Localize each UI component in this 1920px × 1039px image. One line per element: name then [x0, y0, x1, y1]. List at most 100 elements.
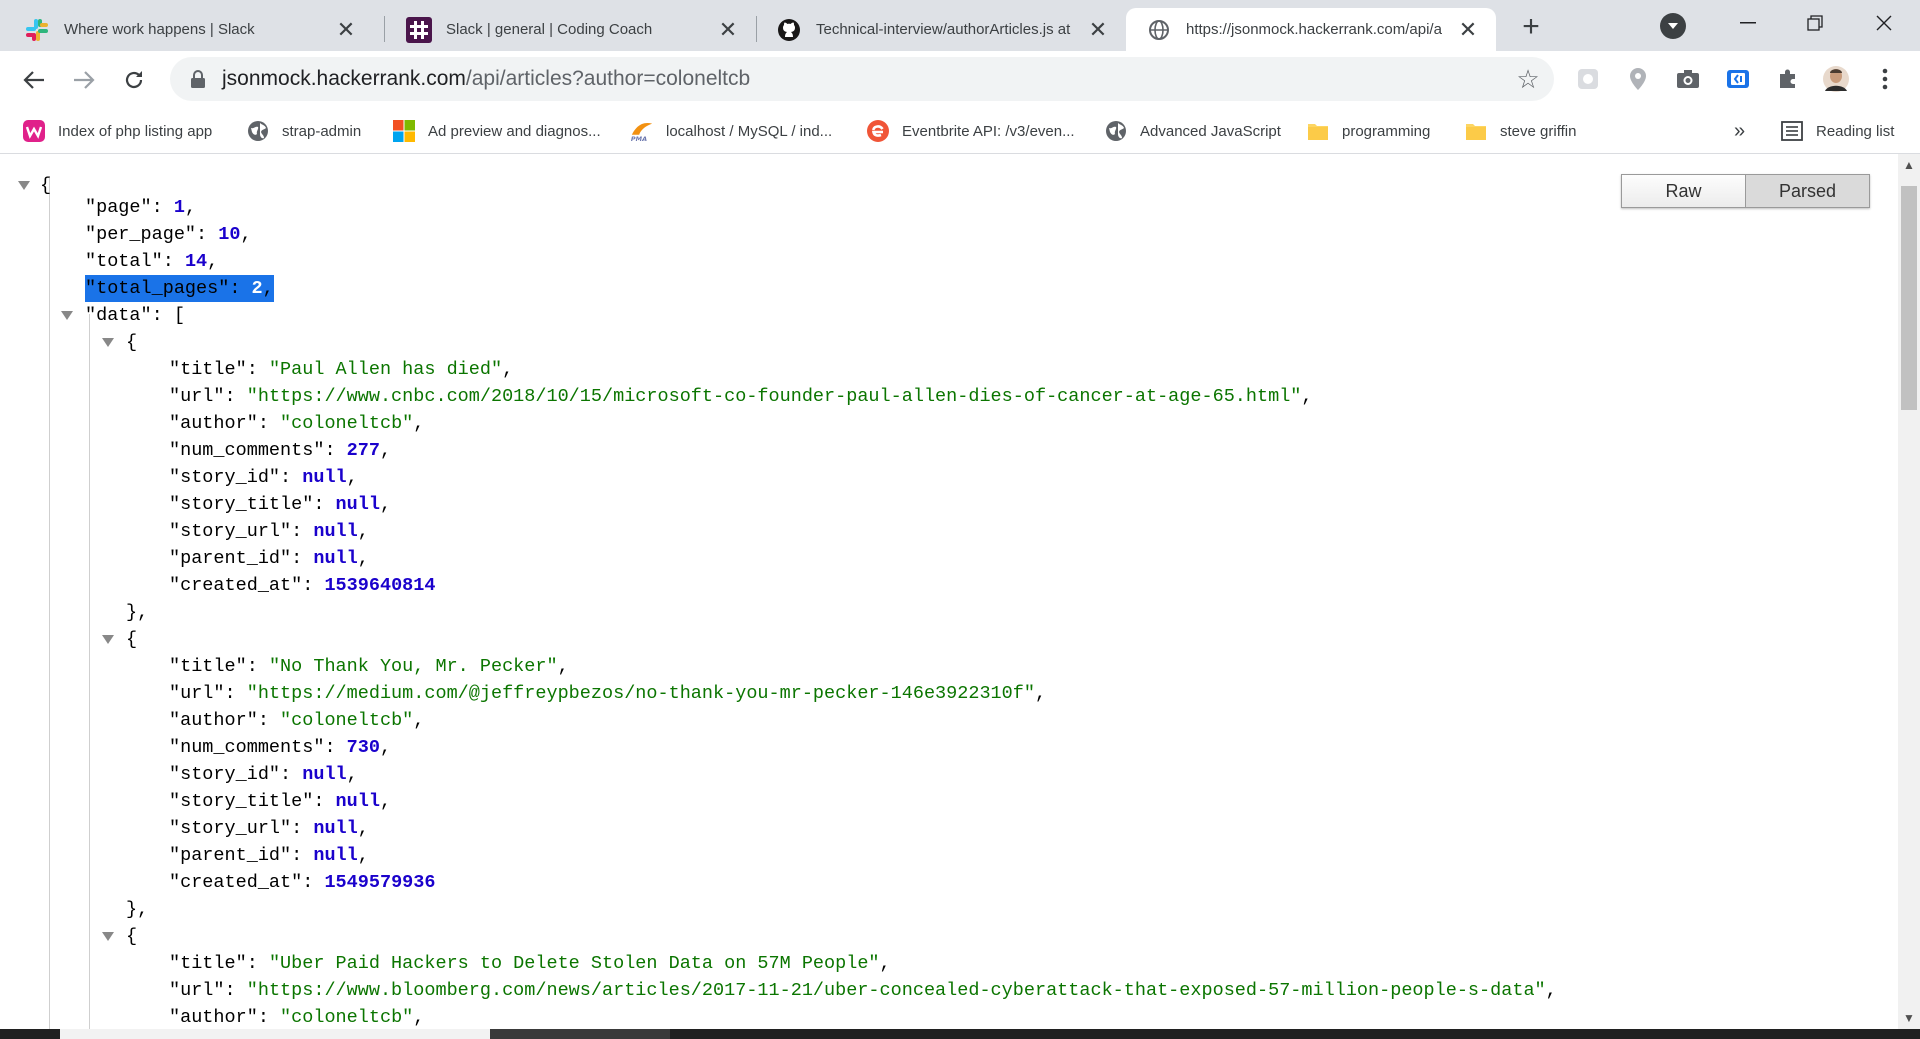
github-icon [776, 17, 802, 43]
menu-kebab-icon[interactable] [1870, 64, 1900, 94]
parsed-button[interactable]: Parsed [1745, 175, 1869, 207]
reading-list-label: Reading list [1816, 122, 1895, 140]
json-row-story-url: "story_url": null, [169, 818, 369, 839]
json-row-url: "url": "https://medium.com/@jeffreypbezo… [169, 683, 1047, 704]
bookmarks-overflow-button[interactable]: » [1734, 117, 1745, 145]
minimize-button[interactable] [1728, 8, 1768, 38]
url-path: /api/articles?author=coloneltcb [465, 67, 751, 90]
taskbar-item[interactable] [60, 1029, 490, 1039]
json-row-total: "total": 14, [85, 251, 219, 272]
reload-button[interactable] [117, 63, 151, 97]
json-row-parent-id: "parent_id": null, [169, 845, 369, 866]
json-row-story-title: "story_title": null, [169, 494, 392, 515]
camera-icon[interactable] [1673, 64, 1703, 94]
json-row-title: "title": "Uber Paid Hackers to Delete St… [169, 953, 891, 974]
tab-jsonmock[interactable]: https://jsonmock.hackerrank.com/api/a ✕ [1126, 8, 1496, 51]
svg-text:PMA: PMA [631, 135, 647, 143]
scroll-down-icon[interactable]: ▼ [1898, 1007, 1920, 1029]
taskbar-item[interactable] [490, 1029, 670, 1039]
url-host: jsonmock.hackerrank.com [222, 67, 466, 90]
bookmark-folder[interactable]: programming [1306, 117, 1430, 145]
bookmark-item[interactable]: Eventbrite API: /v3/even... [866, 117, 1075, 145]
reload-icon [125, 71, 143, 89]
dev-extension-icon[interactable] [1723, 64, 1753, 94]
slack-workspace-icon [406, 16, 432, 43]
json-object-open: { [126, 926, 138, 947]
close-window-button[interactable] [1864, 8, 1904, 38]
json-row-title: "title": "No Thank You, Mr. Pecker", [169, 656, 569, 677]
json-row-created-at: "created_at": 1539640814 [169, 575, 436, 596]
avatar[interactable] [1821, 64, 1851, 94]
bookmark-item[interactable]: Index of php listing app [22, 117, 212, 145]
json-row-per-page: "per_page": 10, [85, 224, 252, 245]
phpmyadmin-icon: PMA [630, 119, 654, 143]
collapse-toggle-icon[interactable] [102, 932, 114, 941]
json-row-story-url: "story_url": null, [169, 521, 369, 542]
tab-title: Where work happens | Slack [64, 21, 255, 38]
slack-icon [24, 17, 50, 43]
json-row-parent-id: "parent_id": null, [169, 548, 369, 569]
scrollbar-thumb[interactable] [1901, 186, 1917, 410]
json-row-data: "data": [ [85, 305, 185, 326]
bookmark-label: localhost / MySQL / ind... [666, 122, 833, 140]
json-row-author: "author": "coloneltcb", [169, 413, 425, 434]
location-pin-icon[interactable] [1623, 64, 1653, 94]
bookmark-folder[interactable]: steve griffin [1464, 117, 1576, 145]
json-row-total-pages-selected: "total_pages": 2, [85, 275, 274, 302]
bookmark-item[interactable]: Ad preview and diagnos... [392, 117, 601, 145]
collapse-toggle-icon[interactable] [18, 181, 30, 190]
bookmarks-bar: Index of php listing app strap-admin Ad … [0, 108, 1920, 154]
bookmark-item[interactable]: strap-admin [246, 117, 361, 145]
reading-list-button[interactable]: Reading list [1780, 117, 1894, 145]
bookmark-label: Ad preview and diagnos... [428, 122, 601, 140]
globe-icon [246, 119, 270, 143]
json-object-close: }, [126, 899, 149, 920]
tab-strip: Where work happens | Slack ✕ Slack | gen… [0, 0, 1920, 51]
bookmark-star-icon[interactable]: ☆ [1514, 64, 1542, 94]
json-object-open: { [126, 332, 138, 353]
collapse-toggle-icon[interactable] [102, 338, 114, 347]
back-button[interactable] [17, 63, 51, 97]
json-object-open: { [126, 629, 138, 650]
close-icon[interactable]: ✕ [1454, 16, 1482, 44]
vertical-scrollbar[interactable]: ▲ ▼ [1898, 154, 1920, 1029]
tab-search-button[interactable] [1660, 13, 1686, 39]
json-row-url: "url": "https://www.bloomberg.com/news/a… [169, 980, 1557, 1001]
json-root-open: { [40, 175, 52, 196]
collapse-toggle-icon[interactable] [102, 635, 114, 644]
bookmark-item[interactable]: PMA localhost / MySQL / ind... [630, 117, 832, 145]
eventbrite-icon [866, 119, 890, 143]
indent-guide [89, 314, 90, 1029]
address-bar[interactable]: jsonmock.hackerrank.com/api/articles?aut… [170, 57, 1554, 101]
forward-button[interactable] [67, 63, 101, 97]
json-row-story-id: "story_id": null, [169, 764, 358, 785]
tab-separator [384, 16, 385, 42]
bookmark-label: Eventbrite API: /v3/even... [902, 122, 1075, 140]
tab-github[interactable]: Technical-interview/authorArticles.js at… [756, 8, 1126, 51]
tab-title: https://jsonmock.hackerrank.com/api/a [1186, 21, 1442, 38]
bookmark-item[interactable]: Advanced JavaScript [1104, 117, 1281, 145]
arrow-right-icon [74, 71, 95, 89]
json-row-story-id: "story_id": null, [169, 467, 358, 488]
globe-icon [1146, 17, 1172, 43]
raw-button[interactable]: Raw [1622, 175, 1745, 207]
tab-slack-general[interactable]: Slack | general | Coding Coach ✕ [386, 8, 756, 51]
bookmark-label: Index of php listing app [58, 122, 213, 140]
close-icon[interactable]: ✕ [332, 16, 360, 44]
bookmark-label: programming [1342, 122, 1431, 140]
puzzle-extensions-icon[interactable] [1773, 64, 1803, 94]
close-icon[interactable]: ✕ [1084, 16, 1112, 44]
json-row-num-comments: "num_comments": 277, [169, 440, 392, 461]
taskbar [0, 1029, 1920, 1039]
new-tab-button[interactable]: + [1514, 10, 1548, 44]
json-row-author: "author": "coloneltcb", [169, 710, 425, 731]
restore-button[interactable] [1795, 8, 1835, 38]
close-icon[interactable]: ✕ [714, 16, 742, 44]
json-row-story-title: "story_title": null, [169, 791, 392, 812]
extension-icon[interactable] [1573, 64, 1603, 94]
scroll-up-icon[interactable]: ▲ [1898, 154, 1920, 176]
collapse-toggle-icon[interactable] [61, 311, 73, 320]
tab-slack[interactable]: Where work happens | Slack ✕ [4, 8, 374, 51]
folder-icon [1464, 119, 1488, 143]
json-row-page: "page": 1, [85, 197, 197, 218]
